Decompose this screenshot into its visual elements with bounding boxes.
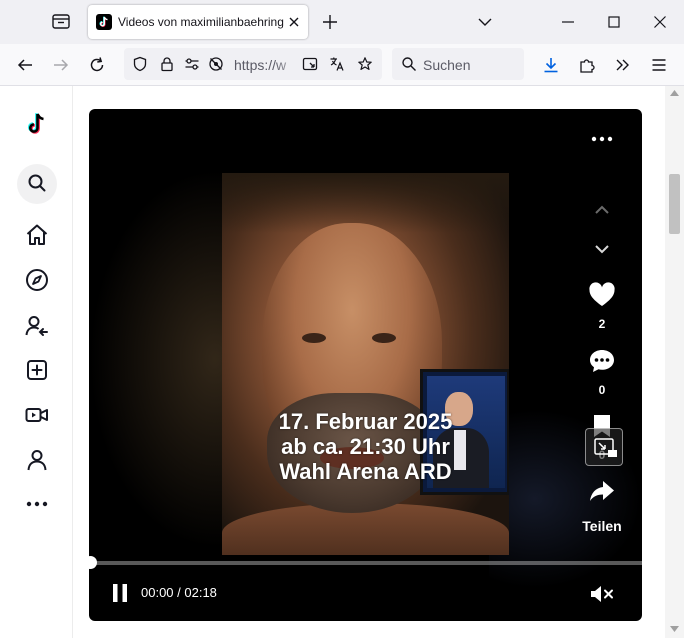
browser-window: Videos von maximilianbaehring https://w … <box>0 0 684 638</box>
video-frame[interactable] <box>222 173 509 555</box>
more-options-icon[interactable] <box>589 129 615 149</box>
url-bar[interactable]: https://w <box>124 48 382 80</box>
like-count: 2 <box>598 317 606 331</box>
search-icon <box>402 57 416 71</box>
reload-icon[interactable] <box>87 55 107 75</box>
tracking-protection-icon[interactable] <box>208 56 224 72</box>
heart-icon <box>589 282 615 306</box>
page-content: 17. Februar 2025 ab ca. 21:30 Uhr Wahl A… <box>0 86 684 638</box>
user-follow-icon[interactable] <box>24 313 50 339</box>
video-player[interactable]: 17. Februar 2025 ab ca. 21:30 Uhr Wahl A… <box>89 109 642 621</box>
caption-line: ab ca. 21:30 Uhr <box>281 434 450 459</box>
tiktok-favicon-icon <box>96 14 112 30</box>
lock-icon[interactable] <box>159 56 175 72</box>
hamburger-icon[interactable] <box>649 55 669 75</box>
comment-count: 0 <box>598 383 606 397</box>
comment-button[interactable]: 0 <box>585 348 619 397</box>
tab-list-icon[interactable] <box>50 10 72 32</box>
maximize-icon[interactable] <box>604 12 624 32</box>
scrollbar-thumb[interactable] <box>669 174 680 234</box>
scroll-down-arrow-icon[interactable] <box>670 626 679 632</box>
share-label: Teilen <box>582 518 622 534</box>
tiktok-sidebar <box>0 86 73 638</box>
navigation-bar: https://w Suchen <box>0 44 684 86</box>
page-scrollbar[interactable] <box>665 86 684 638</box>
progress-handle[interactable] <box>89 556 97 569</box>
home-icon[interactable] <box>24 222 50 248</box>
close-icon[interactable] <box>650 12 670 32</box>
active-tab[interactable]: Videos von maximilianbaehring <box>88 5 308 39</box>
progress-bar[interactable] <box>89 561 642 565</box>
close-icon[interactable] <box>286 14 302 30</box>
video-eye <box>302 333 326 343</box>
chevron-down-icon[interactable] <box>590 237 614 261</box>
comment-icon <box>590 350 614 372</box>
double-chevron-icon[interactable] <box>613 55 633 75</box>
video-caption-overlay: 17. Februar 2025 ab ca. 21:30 Uhr Wahl A… <box>222 409 509 484</box>
permissions-icon[interactable] <box>184 56 200 72</box>
chevron-up-icon[interactable] <box>590 198 614 222</box>
translate-icon[interactable] <box>329 56 345 72</box>
like-button[interactable]: 2 <box>585 282 619 331</box>
tab-title: Videos von maximilianbaehring <box>118 15 284 29</box>
playback-time: 00:00 / 02:18 <box>141 585 217 600</box>
compass-icon[interactable] <box>24 267 50 293</box>
video-camera-icon[interactable] <box>24 402 50 428</box>
url-fade <box>274 48 304 80</box>
chevron-down-icon[interactable] <box>475 12 495 32</box>
share-button[interactable] <box>585 478 619 509</box>
search-placeholder: Suchen <box>423 57 471 73</box>
star-icon[interactable] <box>357 56 373 72</box>
pause-icon[interactable] <box>111 583 129 603</box>
picture-in-picture-icon <box>594 438 617 457</box>
arrow-left-icon[interactable] <box>15 55 35 75</box>
tab-strip: Videos von maximilianbaehring <box>0 0 684 44</box>
user-icon[interactable] <box>24 447 50 473</box>
more-horizontal-icon[interactable] <box>24 491 50 517</box>
extensions-icon[interactable] <box>577 55 597 75</box>
volume-muted-icon[interactable] <box>589 583 615 605</box>
caption-line: Wahl Arena ARD <box>279 459 452 484</box>
scroll-up-arrow-icon[interactable] <box>670 90 679 96</box>
minimize-icon[interactable] <box>558 12 578 32</box>
arrow-right-icon[interactable] <box>51 55 71 75</box>
caption-line: 17. Februar 2025 <box>278 409 453 434</box>
share-arrow-icon <box>590 481 614 501</box>
picture-in-picture-button[interactable] <box>585 428 623 466</box>
plus-square-icon[interactable] <box>24 357 50 383</box>
shield-icon[interactable] <box>132 56 148 72</box>
search-bar[interactable]: Suchen <box>392 48 524 80</box>
plus-icon[interactable] <box>320 12 340 32</box>
search-icon <box>28 174 46 192</box>
reader-view-icon[interactable] <box>302 56 318 72</box>
download-icon[interactable] <box>541 55 561 75</box>
tiktok-logo-icon[interactable] <box>24 111 50 137</box>
video-eye <box>372 333 396 343</box>
